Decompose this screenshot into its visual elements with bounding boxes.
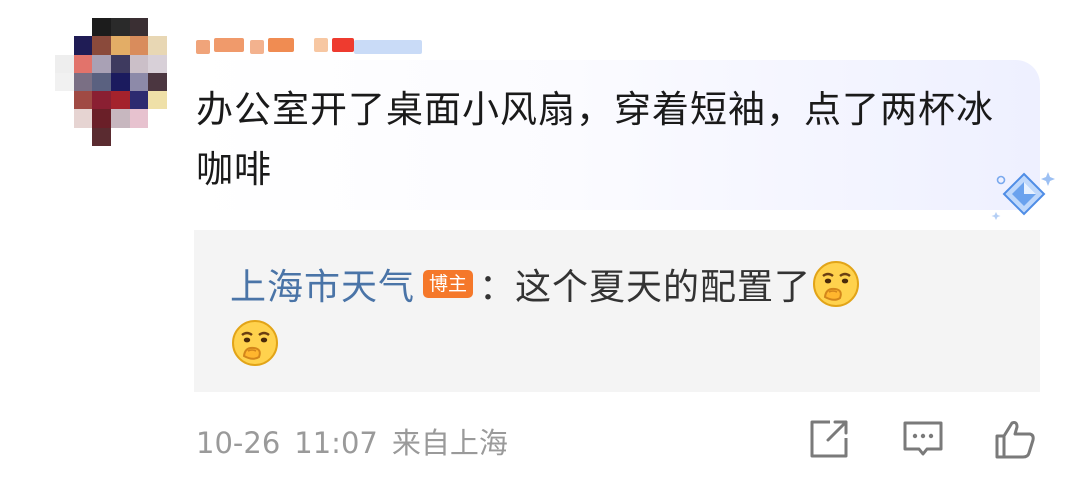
comment-text: 办公室开了桌面小风扇，穿着短袖，点了两杯冰咖啡 <box>196 88 994 191</box>
thinking-emoji-icon <box>232 320 278 366</box>
blogger-badge: 博主 <box>423 270 474 298</box>
reply-line-2 <box>230 318 280 372</box>
reply-line: 上海市天气 博主 ： 这个夏天的配置了 <box>230 258 861 310</box>
share-icon[interactable] <box>806 416 852 462</box>
comment-location: 来自上海 <box>391 426 508 460</box>
comment-time: 11:07 <box>294 426 378 460</box>
like-icon[interactable] <box>992 416 1038 462</box>
reply-separator: ： <box>479 267 516 308</box>
reply-box[interactable]: 上海市天气 博主 ： 这个夏天的配置了 <box>194 230 1040 392</box>
comment-date: 10-26 <box>196 426 281 460</box>
comment-icon[interactable] <box>900 416 946 462</box>
diamond-badge-icon <box>991 172 1055 220</box>
reply-username[interactable]: 上海市天气 <box>230 258 415 310</box>
avatar[interactable] <box>55 18 167 146</box>
comment-meta: 10-26 11:07 来自上海 <box>196 420 508 462</box>
reply-text: 这个夏天的配置了 <box>515 267 812 308</box>
thinking-emoji-icon <box>813 261 860 307</box>
username-blurred[interactable] <box>196 34 426 60</box>
